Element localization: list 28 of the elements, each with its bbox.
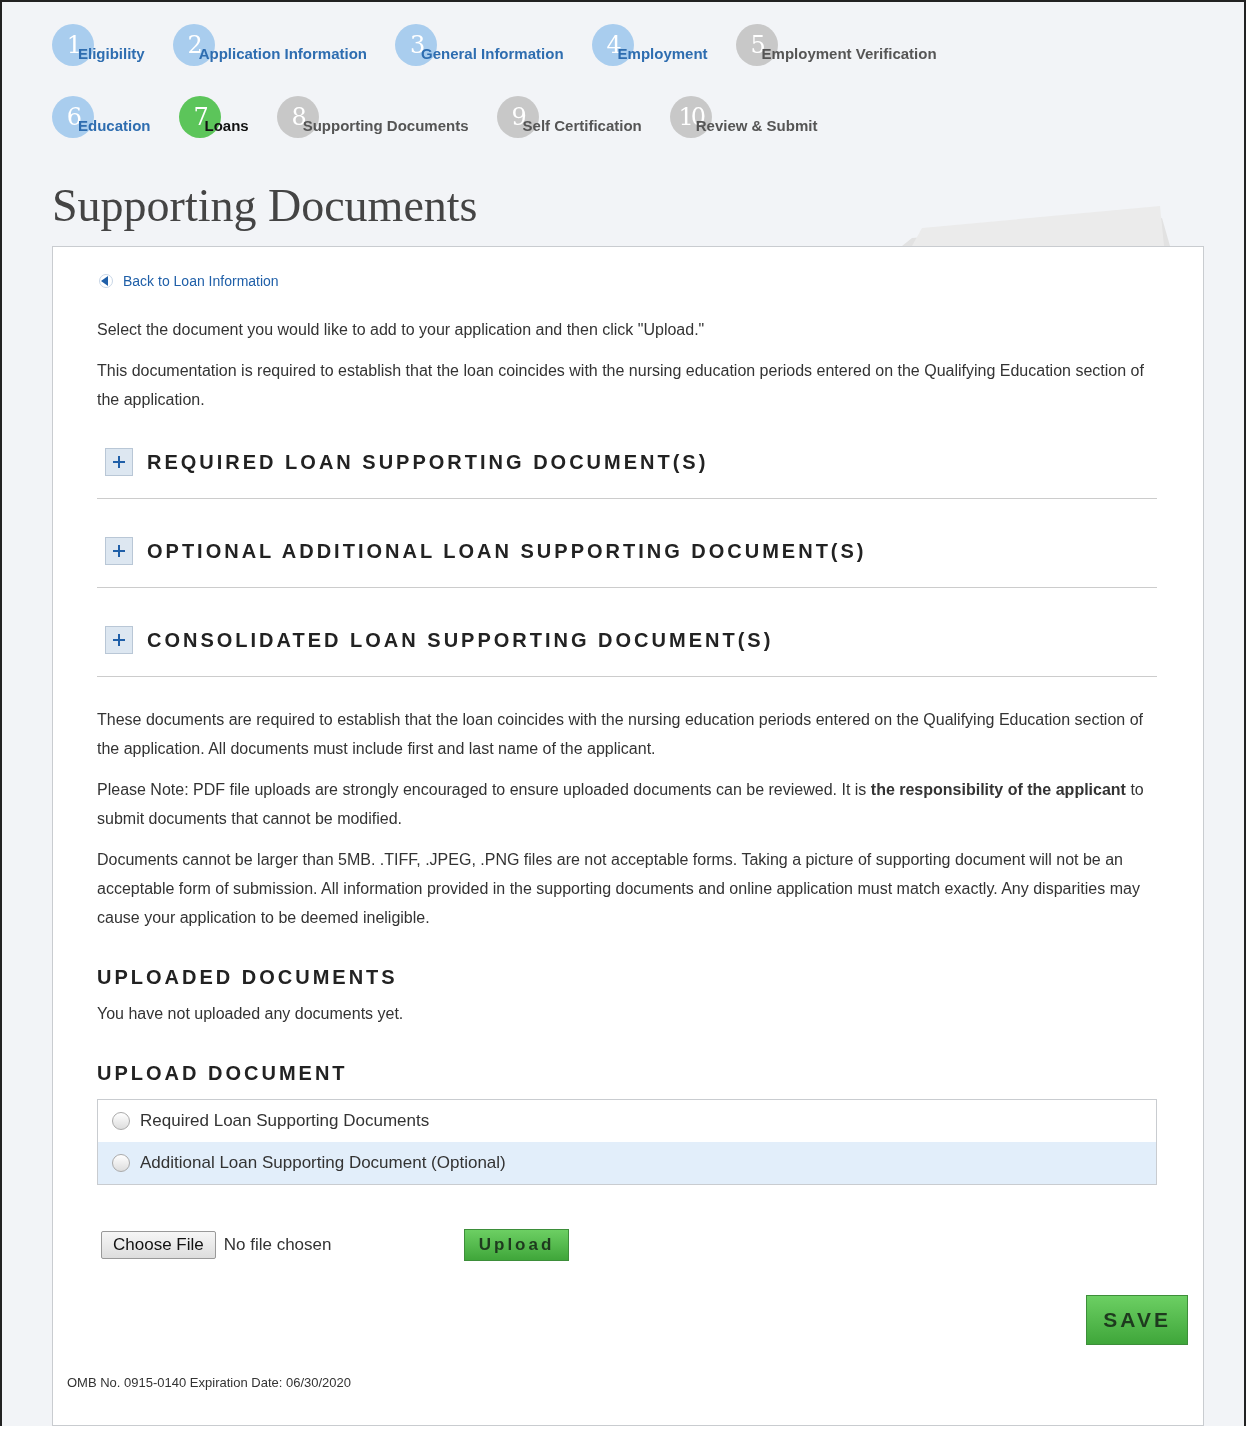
note-text: Please Note: PDF file uploads are strongly encouraged to ensure uploaded documents can be reviewed. It is the responsibility of the applicant to submit documents that cannot be modified. xyxy=(97,780,1145,829)
instruction-text: Select the document you would like to add to your application and then click "Upload." xyxy=(97,320,706,340)
upload-button[interactable]: Upload xyxy=(463,1229,570,1261)
section-heading: OPTIONAL ADDITIONAL LOAN SUPPORTING DOCUMENT(S) xyxy=(147,539,867,563)
back-link[interactable]: Back to Loan Information xyxy=(97,273,1157,289)
footer-text: OMB No. 0915-0140 Expiration Date: 06/30/2020 xyxy=(67,1375,352,1390)
section-heading: UPLOADED DOCUMENTS xyxy=(97,966,399,989)
expand-button[interactable] xyxy=(105,626,133,654)
section-heading: CONSOLIDATED LOAN SUPPORTING DOCUMENT(S) xyxy=(147,628,774,652)
section-heading: REQUIRED LOAN SUPPORTING DOCUMENT(S) xyxy=(147,450,709,474)
expand-button[interactable] xyxy=(105,537,133,565)
radio-button[interactable] xyxy=(112,1112,130,1130)
expand-button[interactable] xyxy=(105,448,133,476)
progress-step[interactable]: 10Review & Submit xyxy=(669,96,818,138)
instruction-text: This documentation is required to establish that the loan coincides with the nursing education periods entered on the Qualifying Education section of the application. xyxy=(97,361,1145,410)
plus-icon xyxy=(112,455,126,469)
empty-message: You have not uploaded any documents yet. xyxy=(97,1004,405,1024)
radio-button[interactable] xyxy=(112,1154,130,1172)
plus-icon xyxy=(112,633,126,647)
save-button[interactable]: SAVE xyxy=(1086,1295,1188,1345)
page-title: Supporting Documents xyxy=(52,179,478,232)
note-text: These documents are required to establish that the loan coincides with the nursing education periods entered on the Qualifying Education section of the application. All documents must include first and last name of the applicant. xyxy=(97,710,1144,759)
plus-icon xyxy=(112,544,126,558)
note-text: Documents cannot be larger than 5MB. .TIFF, .JPEG, .PNG files are not acceptable forms. Taking a picture of supporting document will not be an acceptable form of submission. All information provided in the supporting documents and online application must match exactly. Any disparities may cause your application to be deemed ineligible. xyxy=(97,850,1141,928)
file-status: No file chosen xyxy=(223,1235,333,1255)
document-type-option[interactable]: Additional Loan Supporting Document (Optional) xyxy=(98,1142,1156,1184)
section-heading: UPLOAD DOCUMENT xyxy=(97,1062,349,1085)
choose-file-button[interactable]: Choose File xyxy=(101,1231,216,1259)
